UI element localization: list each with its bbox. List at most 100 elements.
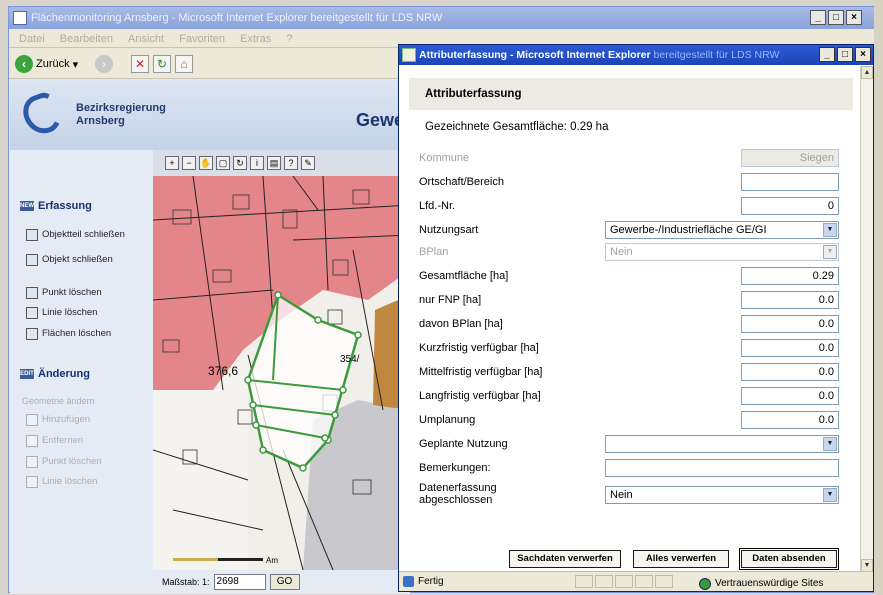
- discard-data-button[interactable]: Sachdaten verwerfen: [509, 550, 621, 568]
- ie-window-icon: [402, 48, 416, 62]
- help-icon[interactable]: ?: [284, 156, 298, 170]
- row-davon-bplan: davon BPlan [ha] 0.0: [419, 314, 841, 334]
- delete-line-icon: [26, 307, 38, 319]
- discard-all-button[interactable]: Alles verwerfen: [633, 550, 729, 568]
- davon-bplan-label: davon BPlan [ha]: [419, 318, 503, 330]
- pan-hand-icon[interactable]: ✋: [199, 156, 213, 170]
- nav-punkt-loeschen[interactable]: Punkt löschen: [26, 287, 102, 299]
- dialog-title-tail: bereitgestellt für LDS NRW: [653, 49, 780, 61]
- submit-data-button[interactable]: Daten absenden: [739, 548, 839, 570]
- nav-flaechen-loeschen[interactable]: Flächen löschen: [26, 328, 111, 340]
- nav-linie-loeschen[interactable]: Linie löschen: [26, 307, 97, 319]
- status-segment: [575, 575, 593, 588]
- nav-punkt-loeschen-2[interactable]: Punkt löschen: [26, 456, 102, 468]
- dialog-title-bar: Attributerfassung - Microsoft Internet E…: [399, 45, 873, 65]
- trusted-zone-icon: [699, 577, 711, 590]
- ortschaft-field[interactable]: [741, 173, 839, 191]
- dialog-scrollbar[interactable]: ▲ ▼: [860, 66, 873, 572]
- close-icon[interactable]: ×: [855, 47, 871, 62]
- nav-linie-loeschen-2[interactable]: Linie löschen: [26, 476, 97, 488]
- gesamtflaeche-label: Gesamtfläche [ha]: [419, 270, 509, 282]
- cadastral-map[interactable]: 376,6 354/ Am: [153, 150, 410, 570]
- row-nutzungsart: Nutzungsart Gewerbe-/Industriefläche GE/…: [419, 220, 841, 240]
- nutzungsart-select[interactable]: Gewerbe-/Industriefläche GE/GI ▼: [605, 221, 839, 239]
- map-label-parcel: 376,6: [208, 364, 238, 378]
- menu-ansicht[interactable]: Ansicht: [128, 33, 164, 45]
- delete-point-icon: [26, 456, 38, 468]
- draw-pencil-icon[interactable]: ✎: [301, 156, 315, 170]
- erfassung-icon: NEW: [20, 201, 34, 211]
- lfd-nr-label: Lfd.-Nr.: [419, 200, 456, 212]
- gesamtflaeche-field[interactable]: 0.29: [741, 267, 839, 285]
- menu-bearbeiten[interactable]: Bearbeiten: [60, 33, 113, 45]
- delete-point-icon: [26, 287, 38, 299]
- back-button[interactable]: ‹ Zurück ▾: [15, 55, 78, 73]
- nutzungsart-label: Nutzungsart: [419, 224, 479, 236]
- map-view[interactable]: 376,6 354/ Am + − ✋ ▢ ↻ i ▤ ? ✎: [153, 150, 410, 570]
- window-edge: [874, 0, 883, 595]
- background-title-bar: Flächenmonitoring Arnsberg - Microsoft I…: [9, 7, 876, 29]
- delete-area-icon: [26, 328, 38, 340]
- menu-datei[interactable]: Datei: [19, 33, 45, 45]
- app-header: Bezirksregierung Arnsberg Gewe: [10, 80, 410, 150]
- bplan-value: Nein: [610, 246, 633, 258]
- print-icon[interactable]: ▤: [267, 156, 281, 170]
- zoom-box-icon[interactable]: ▢: [216, 156, 230, 170]
- scale-go-button[interactable]: GO: [269, 574, 300, 590]
- info-icon[interactable]: i: [250, 156, 264, 170]
- status-segment: [595, 575, 613, 588]
- davon-bplan-field[interactable]: 0.0: [741, 315, 839, 333]
- nur-fnp-field[interactable]: 0.0: [741, 291, 839, 309]
- dialog-content: Attributerfassung Gezeichnete Gesamtfläc…: [399, 66, 861, 572]
- background-window-controls: _ □ ×: [810, 10, 862, 25]
- datenerfassung-select[interactable]: Nein ▼: [605, 486, 839, 504]
- close-icon[interactable]: ×: [846, 10, 862, 25]
- umplanung-field[interactable]: 0.0: [741, 411, 839, 429]
- org-name: Bezirksregierung Arnsberg: [76, 102, 166, 127]
- mittelfristig-field[interactable]: 0.0: [741, 363, 839, 381]
- chevron-down-icon[interactable]: ▼: [823, 488, 837, 502]
- remove-vertex-icon: [26, 435, 38, 447]
- nav-entfernen[interactable]: Entfernen: [26, 435, 83, 447]
- nav-objekt-schliessen[interactable]: Objekt schließen: [26, 254, 136, 266]
- datenerfassung-value: Nein: [610, 489, 633, 501]
- chevron-down-icon[interactable]: ▼: [823, 437, 837, 451]
- zoom-out-icon[interactable]: −: [182, 156, 196, 170]
- home-icon[interactable]: ⌂: [175, 55, 193, 73]
- dialog-buttons: Sachdaten verwerfen Alles verwerfen Date…: [509, 548, 839, 570]
- ie-window-icon: [13, 11, 27, 25]
- refresh-map-icon[interactable]: ↻: [233, 156, 247, 170]
- umplanung-label: Umplanung: [419, 414, 476, 426]
- zoom-in-icon[interactable]: +: [165, 156, 179, 170]
- menu-help[interactable]: ?: [286, 33, 292, 45]
- maximize-icon[interactable]: □: [828, 10, 844, 25]
- scroll-up-icon[interactable]: ▲: [861, 66, 873, 79]
- screenshot: Flächenmonitoring Arnsberg - Microsoft I…: [0, 0, 883, 595]
- maximize-icon[interactable]: □: [837, 47, 853, 62]
- scale-input[interactable]: 2698: [213, 574, 266, 590]
- minimize-icon[interactable]: _: [810, 10, 826, 25]
- left-navigation: NEW Erfassung Objektteil schließen Objek…: [10, 150, 153, 594]
- lfd-nr-field[interactable]: 0: [741, 197, 839, 215]
- bemerkungen-field[interactable]: [605, 459, 839, 477]
- stop-icon[interactable]: ✕: [131, 55, 149, 73]
- background-window-title: Flächenmonitoring Arnsberg - Microsoft I…: [31, 12, 443, 24]
- row-gesamtflaeche: Gesamtfläche [ha] 0.29: [419, 266, 841, 286]
- langfristig-field[interactable]: 0.0: [741, 387, 839, 405]
- menu-favoriten[interactable]: Favoriten: [179, 33, 225, 45]
- chevron-down-icon[interactable]: ▼: [823, 223, 837, 237]
- kurzfristig-field[interactable]: 0.0: [741, 339, 839, 357]
- row-datenerfassung: Datenerfassung abgeschlossen Nein ▼: [419, 480, 841, 510]
- menu-extras[interactable]: Extras: [240, 33, 271, 45]
- row-nur-fnp: nur FNP [ha] 0.0: [419, 290, 841, 310]
- datenerfassung-label: Datenerfassung abgeschlossen: [419, 482, 497, 506]
- nav-hinzufuegen[interactable]: Hinzufügen: [26, 414, 90, 426]
- minimize-icon[interactable]: _: [819, 47, 835, 62]
- status-segment: [615, 575, 633, 588]
- forward-arrow-icon[interactable]: ›: [95, 55, 113, 73]
- refresh-icon[interactable]: ↻: [153, 55, 171, 73]
- nav-objektteil-schliessen[interactable]: Objektteil schließen: [26, 229, 136, 241]
- row-mittelfristig: Mittelfristig verfügbar [ha] 0.0: [419, 362, 841, 382]
- back-label: Zurück: [36, 58, 70, 70]
- geplante-nutzung-select[interactable]: ▼: [605, 435, 839, 453]
